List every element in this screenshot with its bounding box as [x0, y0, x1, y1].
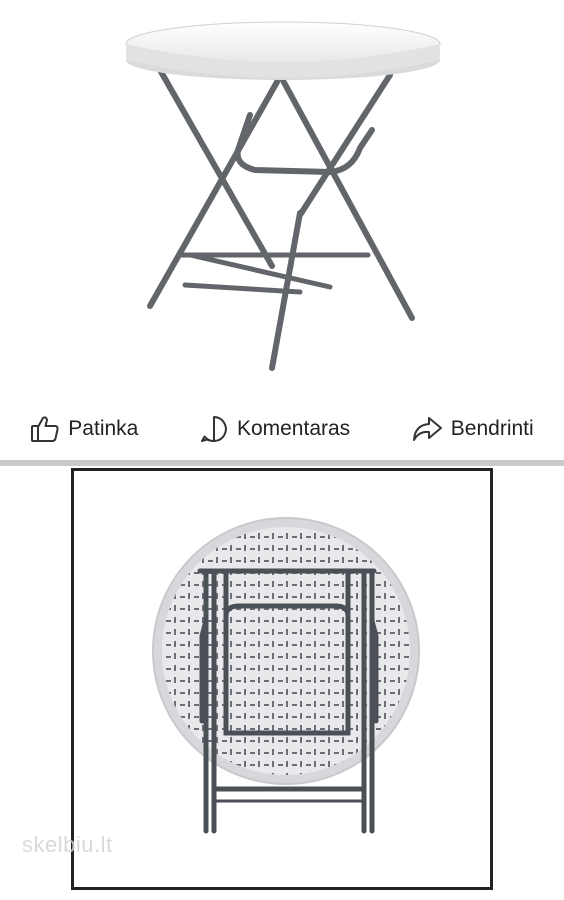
share-button[interactable]: Bendrinti: [411, 415, 534, 443]
like-button[interactable]: Patinka: [30, 415, 138, 443]
comment-label: Komentaras: [236, 417, 351, 440]
share-label: Bendrinti: [450, 417, 534, 440]
post-photo-table-folded[interactable]: [71, 468, 493, 890]
thumbs-up-icon: [30, 415, 60, 443]
watermark: skelbiu.lt: [22, 832, 113, 857]
comment-button[interactable]: Komentaras: [199, 414, 350, 444]
post-action-bar: Patinka Komentaras Bendrinti: [0, 400, 564, 458]
section-divider: [0, 460, 564, 466]
like-label: Patinka: [68, 417, 139, 440]
post-photo-table-standing[interactable]: [0, 0, 564, 392]
table-standing-illustration: [125, 21, 441, 371]
speech-bubble-icon: [199, 414, 229, 444]
table-folded-illustration: [152, 517, 420, 834]
share-arrow-icon: [411, 415, 443, 443]
